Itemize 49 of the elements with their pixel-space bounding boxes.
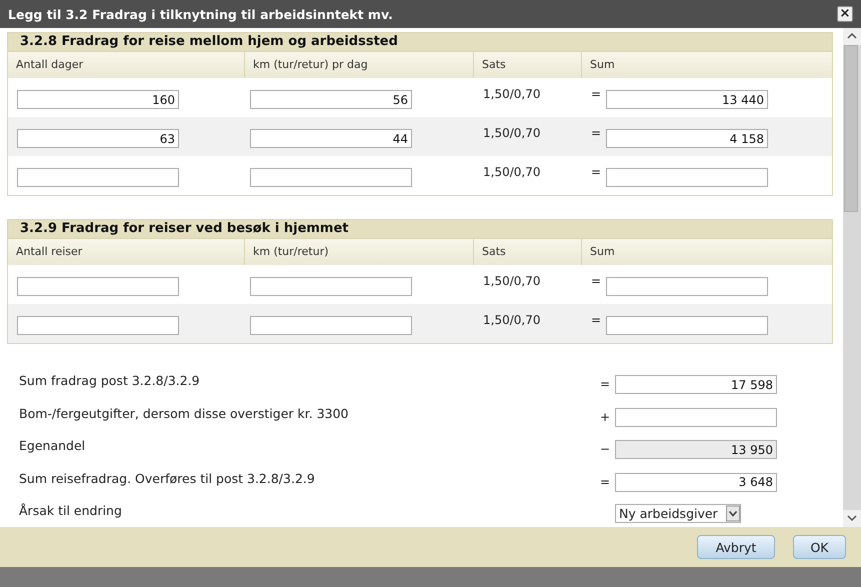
input-field[interactable]: 13 440 — [606, 90, 768, 109]
field-label: Årsak til endring — [19, 502, 123, 518]
input-field[interactable]: 160 — [17, 90, 179, 109]
field-label: Egenandel — [19, 437, 86, 453]
operator-sign: = — [591, 87, 602, 101]
operator-sign: = — [600, 474, 610, 488]
operator-sign: = — [600, 377, 610, 391]
dropdown[interactable]: Ny arbeidsgiver — [615, 504, 741, 523]
scrollbar[interactable] — [843, 28, 861, 527]
window-title: Legg til 3.2 Fradrag i tilknytning til arbeidsinntekt mv. — [8, 6, 393, 22]
input-field[interactable] — [17, 168, 179, 187]
section-title: 3.2.8 Fradrag for reise mellom hjem og arbeidssted — [8, 33, 832, 51]
input-field[interactable] — [250, 168, 412, 187]
close-button[interactable]: × — [837, 6, 853, 22]
input-field[interactable] — [17, 277, 179, 296]
input-field[interactable]: 13 950 — [615, 440, 777, 459]
input-field[interactable] — [606, 168, 768, 187]
operator-sign: + — [600, 410, 610, 424]
scroll-thumb[interactable] — [844, 45, 858, 212]
input-field[interactable] — [250, 316, 412, 335]
section-title: 3.2.9 Fradrag for reiser ved besøk i hjemmet — [8, 220, 832, 238]
input-field[interactable] — [606, 277, 768, 296]
field-label: Sum reisefradrag. Overføres til post 3.2.8/3.2.9 — [19, 470, 316, 486]
input-field[interactable] — [615, 408, 777, 426]
input-field[interactable]: 17 598 — [615, 375, 777, 394]
rate-text: 1,50/0,70 — [483, 313, 540, 327]
operator-sign: − — [600, 442, 610, 456]
column-header: Sum — [589, 244, 616, 260]
rate-text: 1,50/0,70 — [483, 165, 540, 179]
operator-sign: = — [591, 313, 602, 327]
rate-text: 1,50/0,70 — [483, 126, 540, 140]
field-label: Bom-/fergeutgifter, dersom disse overstiger kr. 3300 — [19, 404, 350, 420]
input-field[interactable] — [250, 277, 412, 296]
input-field[interactable]: 44 — [250, 129, 412, 148]
operator-sign: = — [591, 165, 602, 179]
operator-sign: = — [591, 274, 602, 288]
input-field[interactable]: 63 — [17, 129, 179, 148]
rate-text: 1,50/0,70 — [483, 274, 540, 288]
dialog-button[interactable]: OK — [793, 535, 846, 559]
input-field[interactable]: 56 — [250, 90, 412, 109]
operator-sign: = — [591, 126, 602, 140]
dialog-button[interactable]: Avbryt — [697, 535, 775, 559]
column-header: Sum — [589, 57, 616, 73]
field-label: Sum fradrag post 3.2.8/3.2.9 — [19, 372, 201, 388]
input-field[interactable] — [606, 316, 768, 335]
input-field[interactable] — [17, 316, 179, 335]
rate-text: 1,50/0,70 — [483, 87, 540, 101]
input-field[interactable]: 4 158 — [606, 129, 768, 148]
input-field[interactable]: 3 648 — [615, 472, 777, 492]
